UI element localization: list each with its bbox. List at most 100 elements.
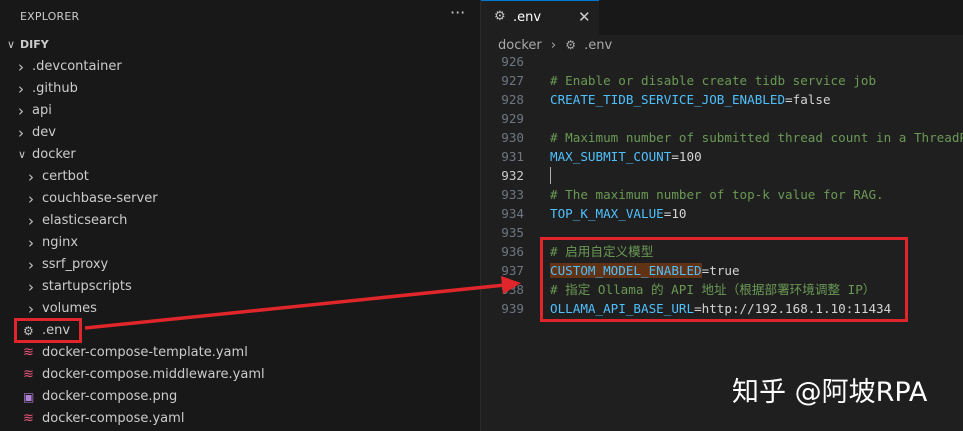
line-text: TOP_K_MAX_VALUE=10: [550, 204, 686, 223]
comment-text: # The maximum number of top-k value for …: [550, 187, 884, 202]
line-text: MAX_SUBMIT_COUNT=100: [550, 147, 702, 166]
docker-icon: ≋: [23, 345, 34, 360]
chevron-right-icon: ›: [28, 256, 34, 274]
line-text: # 指定 Ollama 的 API 地址（根据部署环境调整 IP）: [550, 280, 875, 299]
tree-item-github[interactable]: › .github: [0, 78, 480, 100]
code-line: 931 MAX_SUBMIT_COUNT=100: [481, 147, 963, 166]
code-line: 939 OLLAMA_API_BASE_URL=http://192.168.1.…: [481, 299, 963, 318]
tree-item-docker[interactable]: ∨ docker: [0, 144, 480, 166]
docker-icon: ≋: [23, 367, 34, 382]
breadcrumb-env[interactable]: .env: [584, 38, 612, 53]
tree-item-docker-compose-template-yaml[interactable]: ≋ docker-compose-template.yaml: [0, 342, 480, 364]
code-line: 926: [481, 52, 963, 71]
gear-icon: ⚙: [494, 9, 506, 24]
comment-text: # 指定 Ollama 的 API 地址（根据部署环境调整 IP）: [550, 282, 876, 297]
tab-bar: ⚙ .env ✕: [481, 0, 963, 35]
line-number: 926: [501, 54, 524, 69]
line-number: 938: [501, 282, 524, 297]
tree-item-label: docker: [32, 147, 76, 162]
chevron-right-icon: ›: [18, 124, 24, 142]
breadcrumb-docker[interactable]: docker: [498, 38, 542, 53]
code-editor[interactable]: 926 927 # Enable or disable create tidb se…: [481, 52, 963, 318]
tree-item-label: .devcontainer: [32, 59, 122, 74]
line-number: 927: [501, 73, 524, 88]
comment-text: # Enable or disable create tidb service …: [550, 73, 877, 88]
tree-root-label: DIFY: [20, 38, 49, 51]
close-icon[interactable]: ✕: [578, 8, 591, 26]
tree-item-api[interactable]: › api: [0, 100, 480, 122]
image-icon: ▣: [23, 390, 35, 404]
tree-item-couchbase-server[interactable]: › couchbase-server: [0, 188, 480, 210]
env-value: =100: [671, 149, 702, 164]
more-actions-icon[interactable]: ···: [450, 3, 465, 22]
tree-item-nginx[interactable]: › nginx: [0, 232, 480, 254]
chevron-down-icon: ∨: [7, 38, 16, 51]
line-text: # Maximum number of submitted thread cou…: [550, 128, 963, 147]
tree-item-env[interactable]: ⚙ .env: [0, 320, 480, 342]
line-number: 939: [501, 301, 524, 316]
env-value: =true: [701, 263, 740, 278]
tree-item-label: certbot: [42, 169, 89, 184]
file-tree: ∨ DIFY › .devcontainer › .github › api › dev ∨ dock…: [0, 34, 480, 430]
tree-item-label: api: [32, 103, 52, 118]
watermark: 知乎 @阿坡RPA: [732, 377, 928, 408]
env-value: =false: [785, 92, 831, 107]
tree-item-ssrf-proxy[interactable]: › ssrf_proxy: [0, 254, 480, 276]
chevron-right-icon: ›: [18, 102, 24, 120]
tree-item-startupscripts[interactable]: › startupscripts: [0, 276, 480, 298]
tree-item-label: startupscripts: [42, 279, 132, 294]
docker-icon: ≋: [23, 411, 34, 426]
tree-item-dev[interactable]: › dev: [0, 122, 480, 144]
line-number: 928: [501, 92, 524, 107]
gear-icon: ⚙: [23, 324, 34, 338]
tree-item-label: elasticsearch: [42, 213, 128, 228]
chevron-right-icon: ›: [28, 278, 34, 296]
tree-item-label: volumes: [42, 301, 97, 316]
code-line: 928 CREATE_TIDB_SERVICE_JOB_ENABLED=false: [481, 90, 963, 109]
tree-item-docker-compose-png[interactable]: ▣ docker-compose.png: [0, 386, 480, 408]
chevron-right-icon: ›: [28, 212, 34, 230]
tree-root-dify[interactable]: ∨ DIFY: [0, 34, 480, 56]
line-text: # 启用自定义模型: [550, 242, 653, 261]
chevron-right-icon: ›: [28, 300, 34, 318]
tree-item-label: docker-compose.png: [42, 389, 178, 404]
env-key: CUSTOM_MODEL_ENABLED: [550, 263, 702, 278]
chevron-right-icon: ›: [550, 38, 557, 53]
line-text: OLLAMA_API_BASE_URL=http://192.168.1.10:…: [550, 299, 891, 318]
line-text: # The maximum number of top-k value for …: [550, 185, 884, 204]
tree-item-docker-compose-middleware-yaml[interactable]: ≋ docker-compose.middleware.yaml: [0, 364, 480, 386]
line-number: 930: [501, 130, 524, 145]
tree-item-certbot[interactable]: › certbot: [0, 166, 480, 188]
env-value: =10: [663, 206, 687, 221]
line-number: 934: [501, 206, 524, 221]
line-number: 936: [501, 244, 524, 259]
tree-item-label: .env: [42, 323, 71, 338]
code-line: 930 # Maximum number of submitted thread …: [481, 128, 963, 147]
line-number: 933: [501, 187, 524, 202]
tree-item-docker-compose-yaml[interactable]: ≋ docker-compose.yaml: [0, 408, 480, 430]
env-key: CREATE_TIDB_SERVICE_JOB_ENABLED: [550, 92, 786, 107]
tree-item-label: dev: [32, 125, 56, 140]
tree-item-volumes[interactable]: › volumes: [0, 298, 480, 320]
code-line: 934 TOP_K_MAX_VALUE=10: [481, 204, 963, 223]
chevron-right-icon: ›: [28, 190, 34, 208]
text-cursor: [550, 167, 551, 184]
editor-area: ⚙ .env ✕ docker › ⚙ .env 926 927 # Enable …: [481, 0, 963, 431]
line-number: 935: [501, 225, 524, 240]
line-number: 937: [501, 263, 524, 278]
code-line: 927 # Enable or disable create tidb servi…: [481, 71, 963, 90]
explorer-title: EXPLORER: [20, 10, 80, 23]
tab-env[interactable]: ⚙ .env ✕: [481, 0, 599, 35]
chevron-right-icon: ›: [18, 58, 24, 76]
code-line: 932: [481, 166, 963, 185]
code-line: 929: [481, 109, 963, 128]
code-line: 936 # 启用自定义模型: [481, 242, 963, 261]
env-key: OLLAMA_API_BASE_URL: [550, 301, 695, 316]
chevron-right-icon: ›: [28, 234, 34, 252]
line-text: CUSTOM_MODEL_ENABLED=true: [550, 261, 740, 280]
line-number: 931: [501, 149, 524, 164]
code-line: 937 CUSTOM_MODEL_ENABLED=true: [481, 261, 963, 280]
code-line: 938 # 指定 Ollama 的 API 地址（根据部署环境调整 IP）: [481, 280, 963, 299]
tree-item-devcontainer[interactable]: › .devcontainer: [0, 56, 480, 78]
tree-item-elasticsearch[interactable]: › elasticsearch: [0, 210, 480, 232]
